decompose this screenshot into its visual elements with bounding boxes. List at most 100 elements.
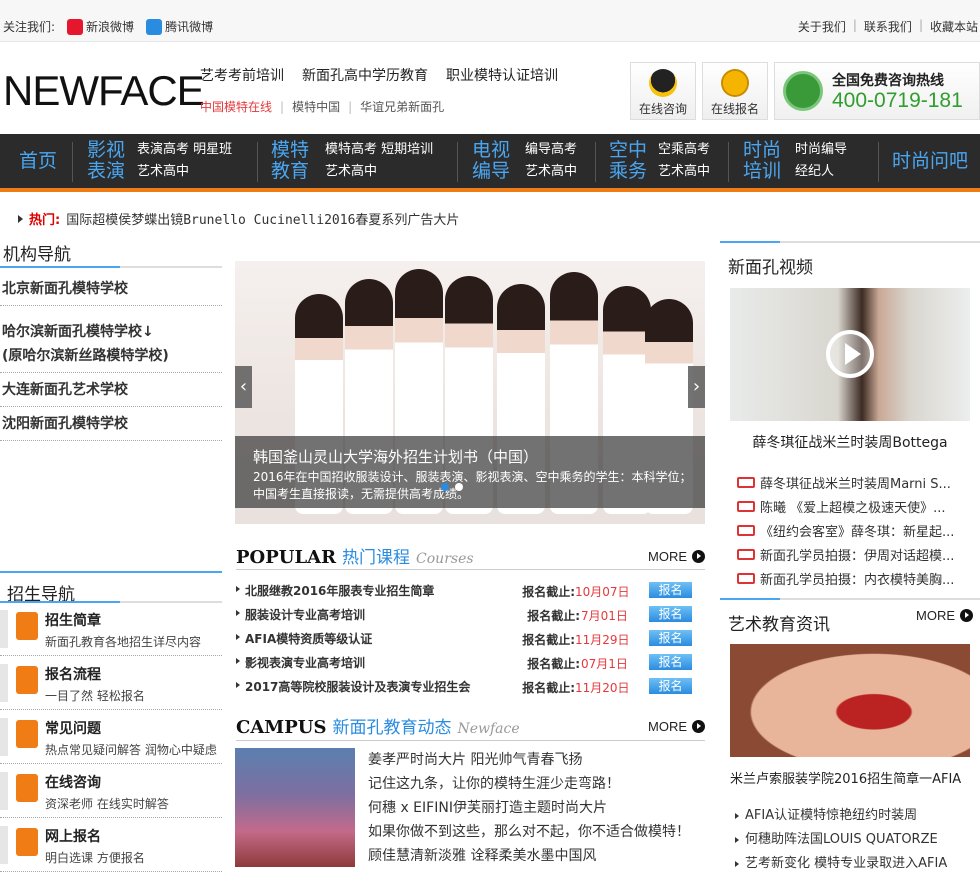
nav-model-education[interactable]: 模特 教育 模特高考 短期培训 艺术高中 — [271, 134, 433, 188]
hero-banner[interactable]: 韩国釜山灵山大学海外招生计划书（中国） 2016年在中国招收服装设计、服装表演、… — [235, 261, 705, 524]
video-icon — [737, 476, 755, 488]
campus-more-link[interactable]: MORE — [648, 719, 705, 734]
popular-title-it: Courses — [416, 551, 474, 567]
org-item[interactable]: 哈尔滨新面孔模特学校↓ (原哈尔滨新丝路模特学校) — [0, 306, 222, 373]
course-name[interactable]: 2017高等院校服装设计及表演专业招生会 — [245, 678, 470, 695]
nav-home-label: 首页 — [19, 149, 58, 172]
nav-home[interactable]: 首页 — [19, 134, 57, 188]
huayi-newface-link[interactable]: 华谊兄弟新面孔 — [360, 98, 444, 115]
signup-button[interactable]: 报名 — [649, 630, 692, 646]
banner-dot[interactable] — [455, 483, 463, 491]
popular-more-link[interactable]: MORE — [648, 549, 705, 564]
art-more-link[interactable]: MORE — [916, 608, 973, 623]
video-icon — [737, 500, 755, 512]
banner-prev-button[interactable]: ‹ — [235, 366, 252, 408]
model-china-link[interactable]: 模特中国 — [292, 98, 340, 115]
banner-dot[interactable] — [441, 483, 449, 491]
video-item[interactable]: 陈曦 《爱上超模之极速天使》... — [737, 494, 973, 518]
hot-link[interactable]: 国际超模侯梦蝶出镜Brunello Cucinelli2016春夏系列广告大片 — [66, 209, 459, 228]
signup-button[interactable]: 报名 — [649, 582, 692, 598]
art-title: 艺术教育资讯 — [728, 615, 830, 635]
popular-title: POPULAR 热门课程 Courses — [236, 543, 474, 568]
nav-subs-1: 时尚编导 — [795, 142, 848, 157]
video-title: 新面孔视频 — [728, 258, 813, 278]
video-item[interactable]: 新面孔学员拍摄：内衣模特美胸... — [737, 566, 973, 590]
play-icon[interactable] — [826, 330, 874, 378]
campus-image[interactable] — [235, 748, 355, 867]
online-signup-button[interactable]: 在线报名 — [702, 62, 768, 120]
more-label: MORE — [648, 719, 687, 734]
enroll-online-signup[interactable]: 网上报名 明白选课 方便报名 — [0, 818, 222, 872]
art-news-item[interactable]: 艺考新变化 模特专业录取进入AFIA — [735, 852, 947, 876]
slogan-model-cert[interactable]: 职业模特认证培训 — [446, 65, 558, 85]
signup-button[interactable]: 报名 — [649, 654, 692, 670]
more-label: MORE — [916, 608, 955, 623]
deadline-label: 报名截止: — [522, 585, 575, 599]
signup-button[interactable]: 报名 — [649, 678, 692, 694]
art-image[interactable] — [730, 644, 970, 757]
more-label: MORE — [648, 549, 687, 564]
slogan-high-school[interactable]: 新面孔高中学历教育 — [302, 65, 428, 85]
slogan-exam-training[interactable]: 艺考考前培训 — [200, 65, 284, 85]
course-name[interactable]: AFIA模特资质等级认证 — [245, 630, 372, 647]
art-news-item[interactable]: AFIA认证模特惊艳纽约时装周 — [735, 804, 947, 828]
art-news-label: 何穗助阵法国LOUIS QUATORZE — [745, 832, 938, 847]
video-thumbnail[interactable] — [730, 288, 970, 421]
checklist-icon — [16, 666, 38, 694]
course-row: 2017高等院校服装设计及表演专业招生会 报名截止: 11月20日 报名 — [236, 674, 706, 698]
nav-big-2: 教育 — [271, 160, 310, 182]
video-item-label: 新面孔学员拍摄：伊周对话超模... — [760, 548, 955, 564]
china-model-online-link[interactable]: 中国模特在线 — [200, 98, 272, 115]
enroll-item-sub: 热点常见疑问解答 润物心中疑虑 — [45, 743, 217, 757]
banner-next-button[interactable]: › — [688, 366, 705, 408]
course-name[interactable]: 影视表演专业高考培训 — [245, 654, 365, 671]
tencent-weibo-link[interactable]: 腾讯微博 — [146, 18, 213, 35]
contact-us-link[interactable]: 联系我们 — [864, 18, 912, 35]
art-caption[interactable]: 米兰卢索服装学院2016招生简章一AFIA — [730, 768, 961, 787]
deadline-label: 报名截止: — [522, 633, 575, 647]
org-item[interactable]: 大连新面孔艺术学校 — [0, 373, 222, 407]
signup-button[interactable]: 报名 — [649, 606, 692, 622]
org-item[interactable]: 北京新面孔模特学校 — [0, 272, 222, 306]
enroll-online-consult[interactable]: 在线咨询 资深老师 在线实时解答 — [0, 764, 222, 818]
chat-icon — [16, 720, 38, 748]
popular-title-cn: 热门课程 — [342, 548, 411, 568]
deadline-date: 11月29日 — [575, 633, 630, 647]
nav-flight-attendant[interactable]: 空中 乘务 空乘高考 艺术高中 — [609, 134, 710, 188]
arrow-right-icon — [692, 720, 705, 733]
campus-news-item[interactable]: 如果你做不到这些，那么对不起，你不适合做模特！ — [368, 820, 690, 844]
course-name[interactable]: 北服继教2016年服表专业招生简章 — [245, 582, 434, 599]
video-item[interactable]: 薛冬琪征战米兰时装周Marni S... — [737, 470, 973, 494]
org-item[interactable]: 沈阳新面孔模特学校 — [0, 407, 222, 441]
online-consult-button[interactable]: 在线咨询 — [630, 62, 696, 120]
enroll-faq[interactable]: 常见问题 热点常见疑问解答 润物心中疑虑 — [0, 710, 222, 764]
campus-news-item[interactable]: 姜孝严时尚大片 阳光帅气青春飞扬 — [368, 748, 690, 772]
campus-news-item[interactable]: 顾佳慧清新淡雅 诠释柔美水墨中国风 — [368, 844, 690, 868]
about-us-link[interactable]: 关于我们 — [798, 18, 846, 35]
video-item[interactable]: 新面孔学员拍摄：伊周对话超模... — [737, 542, 973, 566]
nav-subs-2: 艺术高中 — [525, 164, 578, 179]
bookmark-link[interactable]: 收藏本站 — [930, 18, 978, 35]
art-news-item[interactable]: 何穗助阵法国LOUIS QUATORZE — [735, 828, 947, 852]
campus-title-cn: 新面孔教育动态 — [332, 718, 452, 738]
course-name[interactable]: 服装设计专业高考培训 — [245, 606, 365, 623]
video-item-label: 陈曦 《爱上超模之极速天使》... — [760, 500, 946, 516]
banner-dots — [441, 483, 463, 491]
campus-news-item[interactable]: 记住这九条，让你的模特生涯少走弯路！ — [368, 772, 690, 796]
logo[interactable]: NEWFACE — [3, 67, 205, 115]
weibo-link[interactable]: 新浪微博 — [67, 18, 134, 35]
enroll-process[interactable]: 报名流程 一目了然 轻松报名 — [0, 656, 222, 710]
video-caption[interactable]: 薛冬琪征战米兰时装周Bottega — [730, 432, 970, 452]
campus-news-item[interactable]: 何穗 x EIFINI伊芙丽打造主题时尚大片 — [368, 796, 690, 820]
nav-subs-2: 艺术高中 — [325, 164, 378, 179]
follow-us: 关注我们: 新浪微博 腾讯微博 — [3, 18, 213, 35]
follow-label: 关注我们: — [3, 20, 56, 34]
art-news-label: AFIA认证模特惊艳纽约时装周 — [745, 808, 918, 823]
banner-caption: 韩国釜山灵山大学海外招生计划书（中国） 2016年在中国招收服装设计、服装表演、… — [235, 436, 705, 508]
nav-film-acting[interactable]: 影视 表演 表演高考 明星班 艺术高中 — [87, 134, 232, 188]
nav-tv-directing[interactable]: 电视 编导 编导高考 艺术高中 — [472, 134, 577, 188]
video-item[interactable]: 《纽约会客室》薛冬琪：新星起... — [737, 518, 973, 542]
nav-fashion-q[interactable]: 时尚问吧 — [892, 134, 968, 188]
nav-fashion-training[interactable]: 时尚 培训 时尚编导 经纪人 — [743, 134, 847, 188]
enroll-brochure[interactable]: 招生简章 新面孔教育各地招生详尽内容 — [0, 602, 222, 656]
